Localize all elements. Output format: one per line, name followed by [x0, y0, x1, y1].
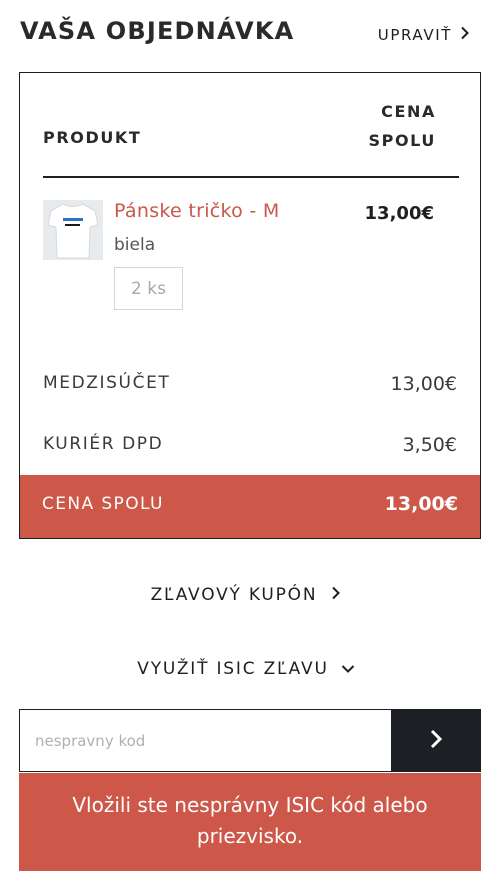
chevron-right-icon — [429, 728, 443, 754]
order-header: VAŠA OBJEDNÁVKA UPRAVIŤ — [0, 0, 492, 70]
isic-toggle[interactable]: VYUŽIŤ ISIC ZĽAVU — [0, 659, 492, 679]
isic-error-message: Vložili ste nesprávny ISIC kód alebo pri… — [19, 773, 481, 871]
edit-label: UPRAVIŤ — [377, 26, 452, 44]
chevron-right-icon — [460, 26, 470, 44]
subtotal-label: MEDZISÚČET — [43, 373, 171, 393]
product-thumbnail[interactable] — [43, 200, 103, 260]
column-header-total-line1: CENA — [381, 102, 436, 121]
edit-order-link[interactable]: UPRAVIŤ — [378, 26, 470, 44]
coupon-label: ZĽAVOVÝ KUPÓN — [150, 585, 318, 605]
total-label: CENA SPOLU — [42, 494, 164, 514]
isic-label: VYUŽIŤ ISIC ZĽAVU — [137, 659, 329, 679]
column-header-product: PRODUKT — [43, 128, 142, 147]
header-divider — [43, 176, 459, 178]
isic-code-form — [19, 709, 481, 772]
chevron-right-icon — [331, 585, 341, 605]
product-name-link[interactable]: Pánske tričko - M — [114, 200, 280, 222]
shipping-value: 3,50€ — [402, 434, 457, 456]
chevron-down-icon — [341, 659, 355, 679]
isic-submit-button[interactable] — [391, 710, 480, 771]
product-color: biela — [114, 235, 156, 255]
product-quantity: 2 ks — [114, 267, 183, 310]
product-price: 13,00€ — [364, 203, 434, 224]
isic-code-input[interactable] — [20, 710, 391, 771]
page-title: VAŠA OBJEDNÁVKA — [20, 17, 295, 45]
column-header-total-line2: SPOLU — [368, 131, 436, 150]
subtotal-value: 13,00€ — [390, 373, 457, 395]
column-header-total: CENA SPOLU — [336, 97, 436, 155]
coupon-toggle[interactable]: ZĽAVOVÝ KUPÓN — [0, 585, 492, 605]
shipping-label: KURIÉR DPD — [43, 434, 164, 454]
total-value: 13,00€ — [384, 493, 458, 515]
total-bar: CENA SPOLU 13,00€ — [20, 475, 480, 538]
order-summary-card: PRODUKT CENA SPOLU Pánske tričko - M 13,… — [19, 72, 481, 539]
